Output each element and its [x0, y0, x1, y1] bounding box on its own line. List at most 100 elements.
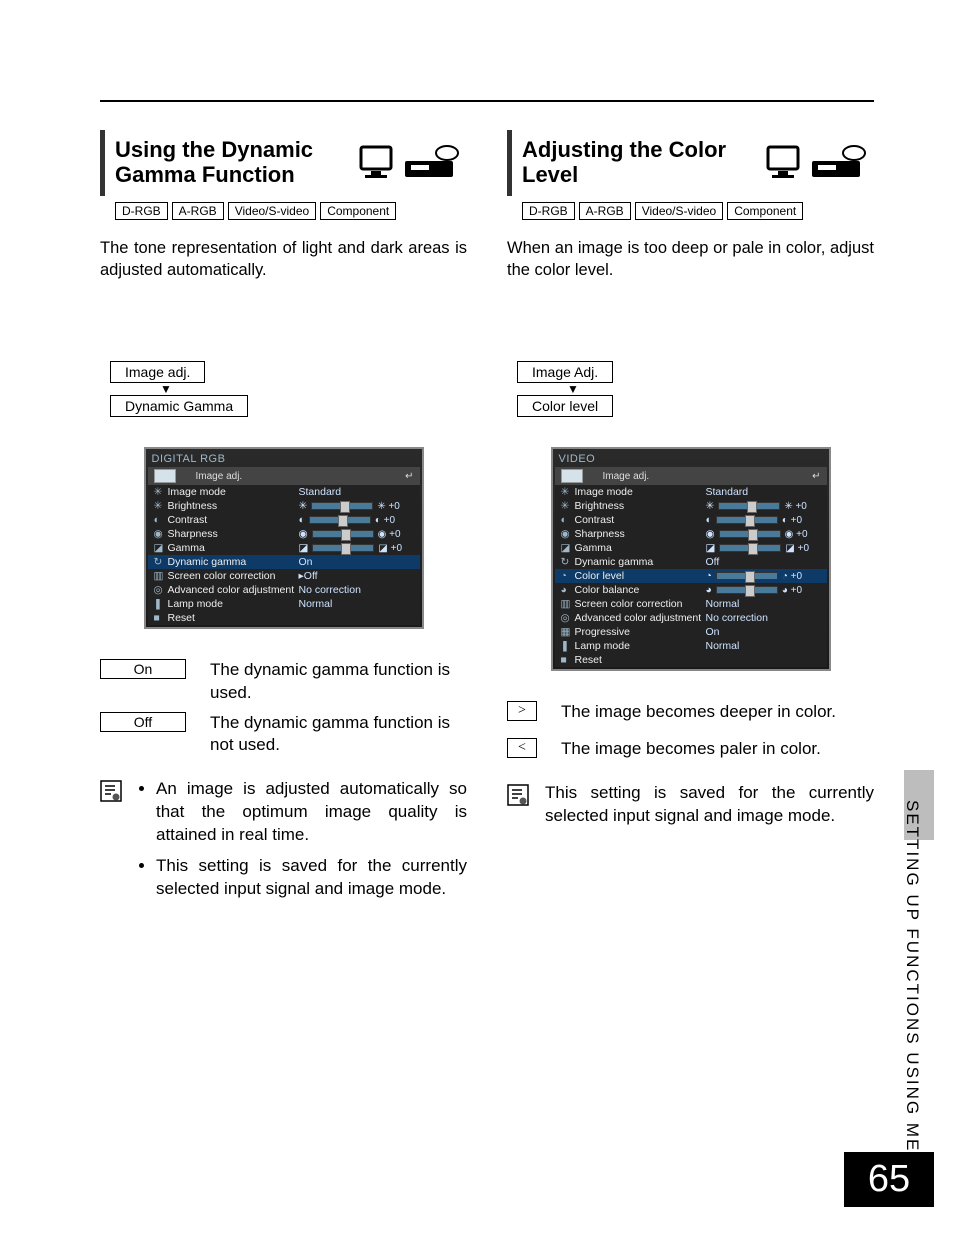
osd-row-label: ↻Dynamic gamma	[154, 556, 299, 568]
osd-row: ▥Screen color correction▸Off	[148, 569, 420, 583]
option-key: >	[507, 701, 537, 721]
osd-row: ✳Image modeStandard	[148, 485, 420, 499]
osd-row-label: ❚Lamp mode	[154, 598, 299, 610]
right-input-badges: D-RGB A-RGB Video/S-video Component	[522, 202, 874, 220]
nav-arrow-icon: ▼	[110, 383, 467, 395]
osd-row-value: ◪◪ +0	[706, 542, 821, 554]
right-osd-screenshot: VIDEO Image adj. ↵ ✳Image modeStandard✳B…	[551, 447, 831, 671]
osd-row-value: On	[706, 626, 821, 638]
content-columns: Using the Dynamic Gamma Function D-RGB A…	[100, 130, 874, 908]
left-heading-title: Using the Dynamic Gamma Function	[115, 137, 335, 188]
osd-row-label: ◐Contrast	[561, 514, 706, 526]
left-heading: Using the Dynamic Gamma Function	[100, 130, 467, 196]
note-icon	[100, 778, 122, 909]
nav-box: Image Adj.	[517, 361, 613, 383]
osd-row-value: Normal	[706, 598, 821, 610]
osd-row-label: ◎Advanced color adjustment	[561, 612, 706, 624]
page-top-rule	[100, 100, 874, 102]
osd-row-label: ✳Image mode	[561, 486, 706, 498]
option-desc: The image becomes deeper in color.	[561, 701, 874, 723]
monitor-icon	[357, 143, 399, 181]
badge: Video/S-video	[635, 202, 724, 220]
osd-row-label: ✳Brightness	[561, 500, 706, 512]
osd-row-value: Normal	[706, 640, 821, 652]
badge: Component	[320, 202, 396, 220]
osd-row: ■Reset	[148, 611, 420, 625]
osd-row: ◐Contrast◐◐ +0	[555, 513, 827, 527]
osd-tab-icon	[154, 469, 176, 483]
right-options: > The image becomes deeper in color. < T…	[507, 701, 874, 759]
badge: Video/S-video	[228, 202, 317, 220]
right-nav-path: Image Adj. ▼ Color level	[517, 361, 874, 417]
projector-icon	[810, 145, 866, 181]
option-row: Off The dynamic gamma function is not us…	[100, 712, 467, 756]
left-intro: The tone representation of light and dar…	[100, 237, 467, 282]
osd-row: ❚Lamp modeNormal	[555, 639, 827, 653]
osd-row: ◉Sharpness◉◉ +0	[555, 527, 827, 541]
osd-row-label: ▥Screen color correction	[561, 598, 706, 610]
option-row: < The image becomes paler in color.	[507, 738, 874, 760]
osd-row: ↻Dynamic gammaOn	[148, 555, 420, 569]
osd-row-label: ▦Progressive	[561, 626, 706, 638]
osd-row-label: ◔Color level	[561, 570, 706, 582]
side-chapter-label: SETTING UP FUNCTIONS USING MENUS	[902, 800, 922, 1194]
option-row: On The dynamic gamma function is used.	[100, 659, 467, 703]
nav-box: Color level	[517, 395, 613, 417]
osd-tab-row: Image adj. ↵	[148, 467, 420, 485]
note-body: This setting is saved for the currently …	[545, 782, 874, 828]
right-heading-icons	[764, 143, 866, 181]
osd-title: VIDEO	[555, 451, 827, 467]
right-heading: Adjusting the Color Level	[507, 130, 874, 196]
nav-box: Image adj.	[110, 361, 205, 383]
note-icon	[507, 782, 529, 828]
return-icon: ↵	[405, 471, 413, 482]
right-heading-title: Adjusting the Color Level	[522, 137, 742, 188]
osd-row: ▦ProgressiveOn	[555, 625, 827, 639]
option-desc: The image becomes paler in color.	[561, 738, 874, 760]
badge: D-RGB	[522, 202, 575, 220]
left-osd-screenshot: DIGITAL RGB Image adj. ↵ ✳Image modeStan…	[144, 447, 424, 629]
osd-row: ✳Brightness✳✳ +0	[148, 499, 420, 513]
nav-arrow-icon: ▼	[517, 383, 874, 395]
note-text: This setting is saved for the currently …	[545, 782, 874, 828]
osd-row-value: ◪◪ +0	[299, 542, 414, 554]
osd-row: ❚Lamp modeNormal	[148, 597, 420, 611]
osd-row-value: ✳✳ +0	[299, 500, 414, 512]
osd-tab-label: Image adj.	[196, 471, 243, 482]
return-icon: ↵	[812, 471, 820, 482]
osd-row-value: No correction	[706, 612, 821, 624]
osd-row-label: ✳Brightness	[154, 500, 299, 512]
osd-row: ✳Brightness✳✳ +0	[555, 499, 827, 513]
osd-row-value: On	[299, 556, 414, 568]
option-key: Off	[100, 712, 186, 732]
osd-tab-icon	[561, 469, 583, 483]
osd-row-value: Standard	[299, 486, 414, 498]
osd-row: ◔Color level◔◔ +0	[555, 569, 827, 583]
option-key: <	[507, 738, 537, 758]
osd-row-label: ◉Sharpness	[561, 528, 706, 540]
osd-row: ◕Color balance◕◕ +0	[555, 583, 827, 597]
left-options: On The dynamic gamma function is used. O…	[100, 659, 467, 755]
right-note: This setting is saved for the currently …	[507, 782, 874, 828]
osd-row-value: ◔◔ +0	[706, 570, 821, 582]
left-input-badges: D-RGB A-RGB Video/S-video Component	[115, 202, 467, 220]
osd-row-value: Standard	[706, 486, 821, 498]
badge: Component	[727, 202, 803, 220]
osd-row: ▥Screen color correctionNormal	[555, 597, 827, 611]
osd-row-label: ◉Sharpness	[154, 528, 299, 540]
left-column: Using the Dynamic Gamma Function D-RGB A…	[100, 130, 467, 908]
right-intro: When an image is too deep or pale in col…	[507, 237, 874, 282]
osd-row-value: ◕◕ +0	[706, 584, 821, 596]
osd-row: ↻Dynamic gammaOff	[555, 555, 827, 569]
badge: D-RGB	[115, 202, 168, 220]
option-row: > The image becomes deeper in color.	[507, 701, 874, 723]
osd-row-value: Normal	[299, 598, 414, 610]
osd-row: ◎Advanced color adjustmentNo correction	[555, 611, 827, 625]
osd-row-label: ◎Advanced color adjustment	[154, 584, 299, 596]
osd-tab-label: Image adj.	[603, 471, 650, 482]
osd-row: ◪Gamma◪◪ +0	[555, 541, 827, 555]
osd-row-label: ▥Screen color correction	[154, 570, 299, 582]
osd-row-value: ◐◐ +0	[299, 514, 414, 526]
note-body: An image is adjusted automatically so th…	[138, 778, 467, 909]
osd-row: ◎Advanced color adjustmentNo correction	[148, 583, 420, 597]
